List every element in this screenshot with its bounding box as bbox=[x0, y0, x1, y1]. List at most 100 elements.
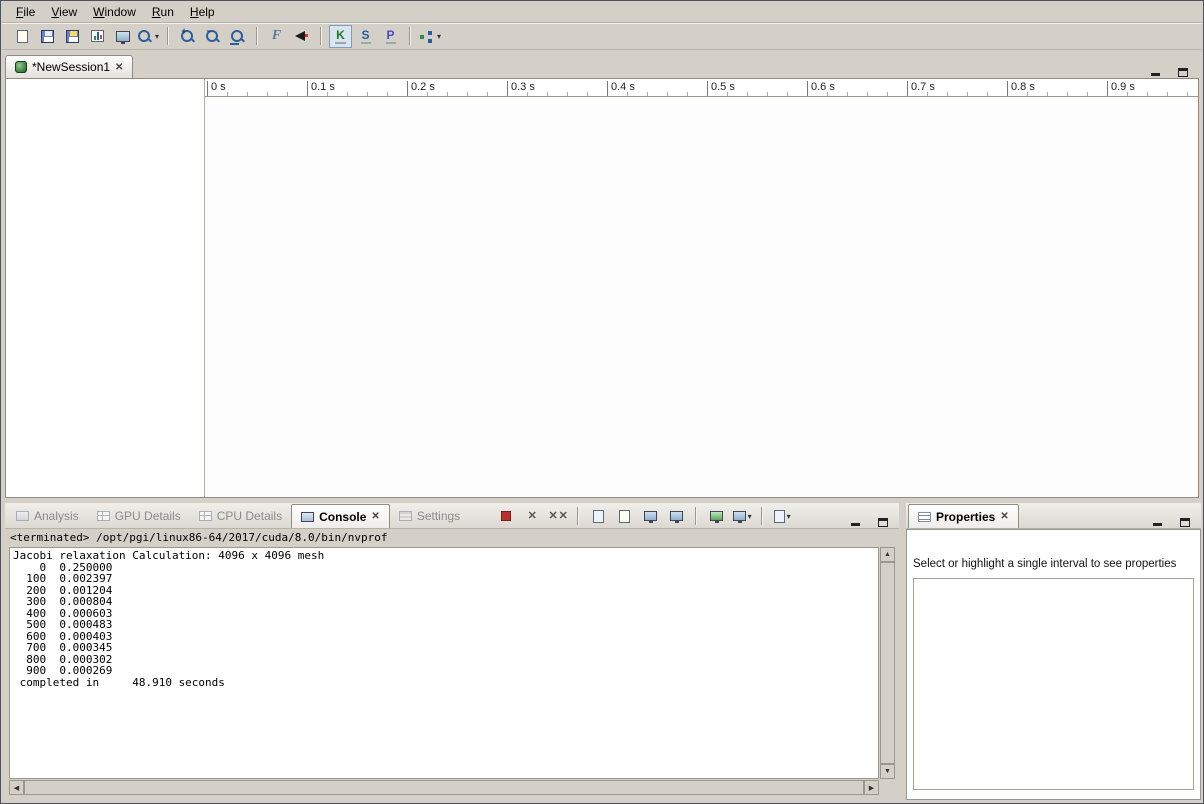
timeline-canvas[interactable] bbox=[205, 97, 1198, 497]
zoom-in-button[interactable]: + bbox=[176, 25, 199, 48]
properties-minimize-button[interactable] bbox=[1149, 514, 1165, 528]
console-toolbar: ✕ ✕✕ ▾ ▾ bbox=[493, 504, 795, 528]
close-icon[interactable]: ✕ bbox=[371, 511, 379, 522]
scroll-left-button[interactable]: ◀ bbox=[9, 780, 24, 795]
scroll-down-button[interactable]: ▼ bbox=[880, 764, 895, 779]
capture-dropdown-button[interactable]: ▾ bbox=[136, 25, 160, 48]
console-output: Jacobi relaxation Calculation: 4096 x 40… bbox=[9, 547, 879, 779]
close-icon[interactable]: ✕ bbox=[115, 62, 123, 73]
remove-icon: ✕ bbox=[528, 511, 537, 522]
console-line: 300 0.000804 bbox=[13, 596, 878, 608]
goto-marker-button[interactable]: F bbox=[265, 25, 288, 48]
scroll-lock-button[interactable] bbox=[613, 505, 635, 527]
tab-properties[interactable]: Properties ✕ bbox=[908, 504, 1019, 528]
process-icon: P bbox=[386, 29, 396, 44]
menu-view[interactable]: View bbox=[43, 3, 85, 21]
properties-body: Select or highlight a single interval to… bbox=[906, 529, 1201, 800]
console-maximize-button[interactable] bbox=[875, 514, 891, 528]
properties-icon bbox=[918, 512, 931, 522]
console-view-dropdown-button[interactable]: ▾ bbox=[731, 505, 753, 527]
close-icon[interactable]: ✕ bbox=[1000, 511, 1008, 522]
ruler-tick: 0.7 s bbox=[907, 79, 1007, 96]
save-button[interactable] bbox=[36, 25, 59, 48]
timeline-tree-pane bbox=[6, 79, 205, 497]
timeline-area: 0 s0.1 s0.2 s0.3 s0.4 s0.5 s0.6 s0.7 s0.… bbox=[205, 79, 1198, 497]
process-toggle-button[interactable]: P bbox=[379, 25, 402, 48]
clear-console-button[interactable] bbox=[587, 505, 609, 527]
tab-analysis[interactable]: Analysis bbox=[7, 504, 88, 528]
console-line: 100 0.002397 bbox=[13, 573, 878, 585]
kernel-toggle-button[interactable]: K bbox=[329, 25, 352, 48]
toolbar-separator bbox=[320, 27, 322, 45]
tab-cpu-details[interactable]: CPU Details bbox=[190, 504, 291, 528]
remove-all-launches-button[interactable]: ✕✕ bbox=[547, 505, 569, 527]
hscroll-thumb[interactable] bbox=[24, 780, 864, 795]
analysis-dropdown-button[interactable]: ▾ bbox=[418, 25, 442, 48]
save-icon bbox=[41, 30, 54, 43]
properties-empty-box bbox=[913, 578, 1194, 790]
tab-console[interactable]: Console ✕ bbox=[291, 504, 390, 528]
new-session-button[interactable] bbox=[11, 25, 34, 48]
ruler-tick: 0.3 s bbox=[507, 79, 607, 96]
terminate-button[interactable] bbox=[495, 505, 517, 527]
menu-file[interactable]: File bbox=[8, 3, 43, 21]
open-console-dropdown-button[interactable]: ▾ bbox=[771, 505, 793, 527]
zoom-out-button[interactable]: − bbox=[201, 25, 224, 48]
display-selected-console-button[interactable] bbox=[705, 505, 727, 527]
tab-gpu-details[interactable]: GPU Details bbox=[88, 504, 190, 528]
tab-settings[interactable]: Settings bbox=[390, 504, 469, 528]
console-line: 500 0.000483 bbox=[13, 619, 878, 631]
editor-tabbar: *NewSession1 ✕ bbox=[5, 54, 1199, 78]
menu-window[interactable]: Window bbox=[85, 3, 144, 21]
toolbar-separator bbox=[577, 507, 579, 525]
editor-maximize-button[interactable] bbox=[1175, 64, 1191, 78]
cpu-table-icon bbox=[199, 511, 212, 521]
reset-view-button[interactable] bbox=[290, 25, 313, 48]
profile-application-button[interactable] bbox=[86, 25, 109, 48]
ruler-tick: 0.2 s bbox=[407, 79, 507, 96]
dropdown-arrow-icon: ▾ bbox=[155, 32, 159, 41]
tab-properties-label: Properties bbox=[936, 510, 995, 524]
new-file-icon bbox=[17, 30, 28, 43]
console-line: completed in 48.910 seconds bbox=[13, 677, 878, 689]
scroll-right-button[interactable]: ▶ bbox=[864, 780, 879, 795]
system-info-button[interactable] bbox=[111, 25, 134, 48]
console-icon bbox=[301, 512, 314, 522]
show-stderr-button[interactable] bbox=[665, 505, 687, 527]
zoom-fit-icon bbox=[230, 29, 245, 44]
ruler-tick: 0.6 s bbox=[807, 79, 907, 96]
properties-minmax bbox=[1149, 514, 1193, 528]
properties-hint: Select or highlight a single interval to… bbox=[913, 558, 1194, 570]
zoom-fit-button[interactable] bbox=[226, 25, 249, 48]
ruler-tick: 0.1 s bbox=[307, 79, 407, 96]
scroll-lock-icon bbox=[619, 510, 630, 523]
main-toolbar: ▾ + − F K S P ▾ bbox=[2, 22, 1202, 50]
console-horizontal-scrollbar[interactable]: ◀ ▶ bbox=[9, 780, 879, 795]
left-arrow-icon: ◀ bbox=[14, 784, 19, 792]
remove-launch-button[interactable]: ✕ bbox=[521, 505, 543, 527]
vscroll-track[interactable] bbox=[880, 562, 895, 764]
hscroll-track[interactable] bbox=[24, 780, 864, 795]
console-minimize-button[interactable] bbox=[847, 514, 863, 528]
console-minmax bbox=[847, 514, 891, 528]
menu-help[interactable]: Help bbox=[182, 3, 223, 21]
clear-console-icon bbox=[593, 510, 604, 523]
properties-maximize-button[interactable] bbox=[1177, 514, 1193, 528]
editor-minimize-button[interactable] bbox=[1147, 64, 1163, 78]
flow-diagram-icon bbox=[419, 30, 434, 43]
save-as-button[interactable] bbox=[61, 25, 84, 48]
stream-toggle-button[interactable]: S bbox=[354, 25, 377, 48]
scroll-up-button[interactable]: ▲ bbox=[880, 547, 895, 562]
vscroll-thumb[interactable] bbox=[880, 562, 895, 764]
show-stdout-button[interactable] bbox=[639, 505, 661, 527]
toolbar-separator bbox=[409, 27, 411, 45]
menu-run[interactable]: Run bbox=[144, 3, 182, 21]
toolbar-separator bbox=[167, 27, 169, 45]
editor-minmax bbox=[1147, 64, 1191, 78]
toolbar-separator bbox=[695, 507, 697, 525]
fit-bar bbox=[230, 43, 239, 45]
console-vertical-scrollbar[interactable]: ▲ ▼ bbox=[880, 547, 895, 779]
toolbar-separator bbox=[761, 507, 763, 525]
console-line: 800 0.000302 bbox=[13, 654, 878, 666]
session-tab[interactable]: *NewSession1 ✕ bbox=[5, 55, 133, 78]
